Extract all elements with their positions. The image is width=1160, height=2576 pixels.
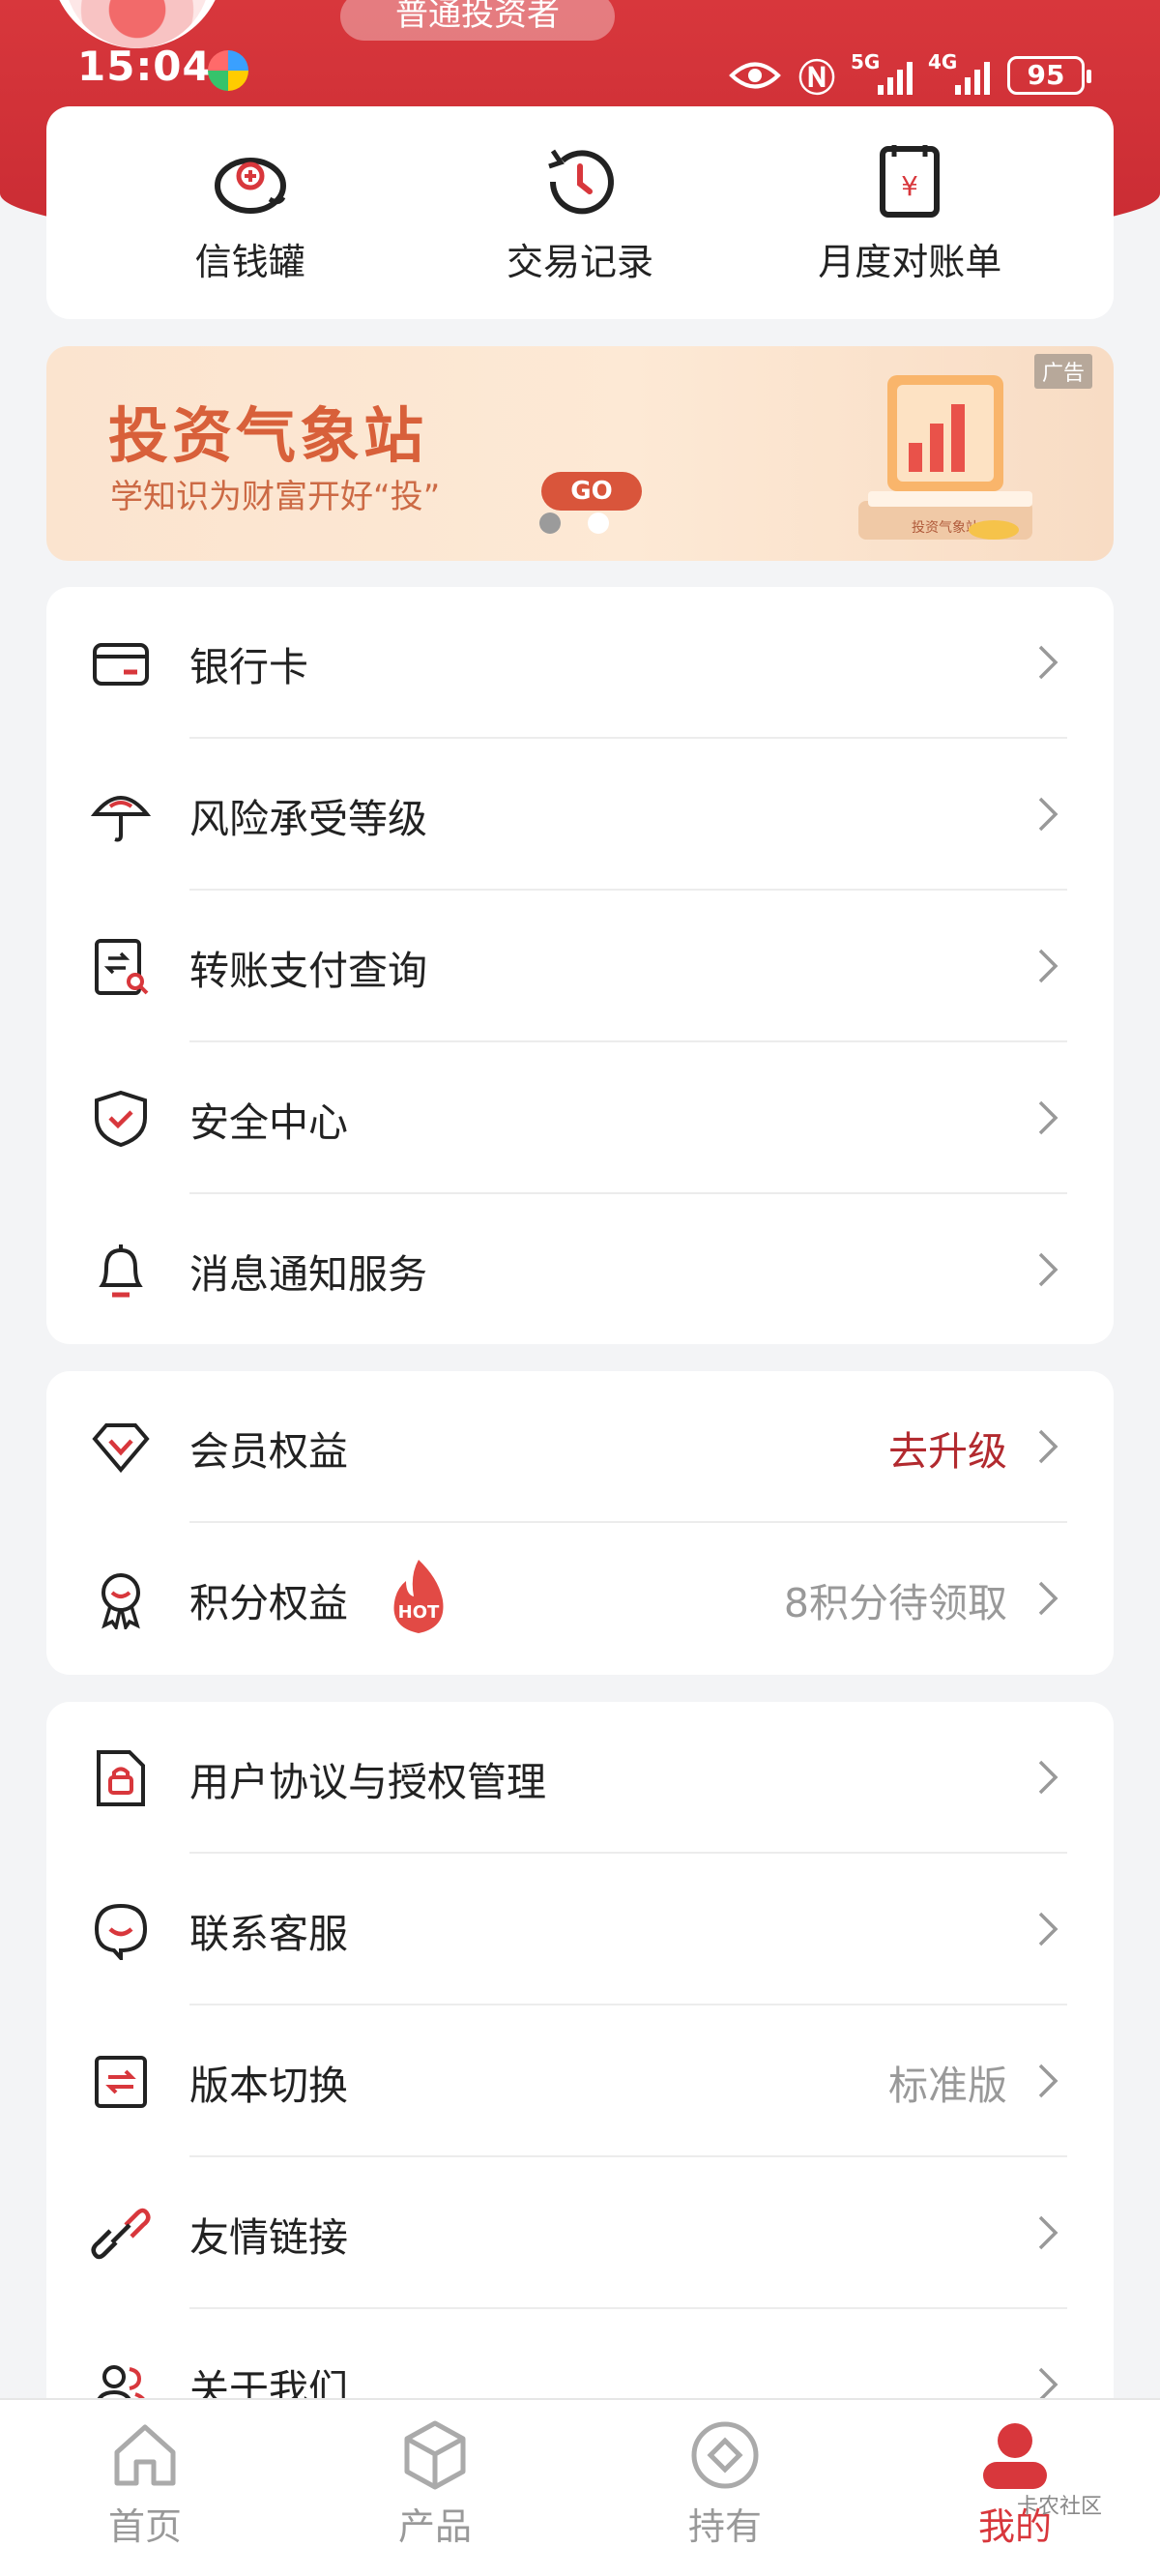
points-pending-value: 8积分待领取 [783,1579,1007,1626]
chevron-right-icon [1038,1100,1058,1135]
version-value: 标准版 [888,2062,1007,2109]
tab-products[interactable]: 产品 [290,2400,580,2576]
investor-level-badge[interactable]: 普通投资者 [340,0,615,41]
settings-menu-card: 用户协议与授权管理 联系客服 版本切换 标准版 友情链接 关于我们 [46,1702,1114,2437]
piggy-bank-icon [214,157,286,214]
battery-indicator: 95 [1007,55,1091,95]
medal-icon [102,1572,140,1629]
profile-icon [983,2423,1047,2489]
eye-icon [729,62,781,88]
nfc-icon: Ⓝ [798,57,835,100]
chevron-right-icon [1038,2215,1058,2250]
chevron-right-icon [1038,949,1058,983]
account-menu-card: 银行卡 风险承受等级 转账支付查询 安全中心 消息通知服务 [46,587,1114,1344]
chevron-right-icon [1038,1581,1058,1616]
chevron-right-icon [1038,1252,1058,1287]
svg-text:HOT: HOT [398,1602,440,1623]
menu-row-transfer-query[interactable]: 转账支付查询 [46,891,1114,1042]
banner-go-button[interactable]: GO [541,472,642,511]
banner-dot[interactable] [588,512,609,534]
tab-holdings[interactable]: 持有 [580,2400,870,2576]
banner-dot[interactable] [539,512,561,534]
umbrella-icon [91,795,151,841]
history-clock-icon [548,149,614,214]
watermark: 卡农社区 [1016,2495,1102,2519]
app-notification-icon [208,50,248,91]
shield-check-icon [95,1090,147,1147]
banner-pagination[interactable] [539,512,609,534]
customer-service-icon [94,1903,148,1960]
chevron-right-icon [1038,797,1058,832]
menu-row-friend-links[interactable]: 友情链接 [46,2157,1114,2309]
holding-icon [691,2421,759,2489]
menu-row-notifications[interactable]: 消息通知服务 [46,1194,1114,1346]
signal-4g-icon: 4G [928,50,990,95]
menu-row-user-agreement[interactable]: 用户协议与授权管理 [46,1702,1114,1854]
transfer-search-icon [95,938,149,995]
chevron-right-icon [1038,1912,1058,1947]
svg-text:投资气象站: 投资气象站 [912,520,979,536]
bell-icon [99,1244,143,1297]
bottom-tab-bar: 首页 产品 持有 我的 [0,2398,1160,2576]
statement-icon: ¥ [880,144,941,218]
menu-row-membership[interactable]: 会员权益 去升级 [46,1371,1114,1523]
quick-action-piggy-bank[interactable]: 信钱罐 [125,141,376,285]
menu-row-security-center[interactable]: 安全中心 [46,1042,1114,1194]
link-icon [91,2208,151,2259]
book-chart-illustration: 投资气象站 [858,375,1032,540]
banner-subtitle: 学知识为财富开好“投” [110,478,441,516]
quick-action-monthly-statement[interactable]: ¥ 月度对账单 [784,141,1035,285]
menu-row-points[interactable]: 积分权益 HOT 8积分待领取 [46,1523,1114,1675]
switch-icon [95,2055,147,2108]
tab-mine[interactable]: 我的 [870,2400,1160,2576]
status-bar: 15:04 Ⓝ 5G 4G 95 [0,39,1160,106]
svg-text:¥: ¥ [901,170,918,202]
tab-home[interactable]: 首页 [0,2400,290,2576]
menu-row-bank-card[interactable]: 银行卡 [46,587,1114,739]
diamond-icon [92,1422,150,1473]
cube-icon [404,2420,466,2490]
hot-badge-icon: HOT [393,1560,444,1633]
signal-5g-icon: 5G [851,50,913,95]
lock-document-icon [97,1749,145,1806]
bank-card-icon [93,642,149,686]
quick-action-transaction-history[interactable]: 交易记录 [454,141,706,285]
home-icon [114,2424,176,2486]
menu-row-customer-service[interactable]: 联系客服 [46,1854,1114,2005]
chevron-right-icon [1038,1429,1058,1464]
chevron-right-icon [1038,2064,1058,2098]
menu-row-risk-level[interactable]: 风险承受等级 [46,739,1114,891]
quick-actions-card: 信钱罐 交易记录 ¥ 月度对账单 [46,106,1114,319]
membership-upgrade-link[interactable]: 去升级 [888,1419,1007,1477]
chevron-right-icon [1038,645,1058,680]
chevron-right-icon [1038,1760,1058,1795]
benefits-menu-card: 会员权益 去升级 积分权益 HOT 8积分待领取 [46,1371,1114,1675]
menu-row-version-switch[interactable]: 版本切换 标准版 [46,2005,1114,2157]
banner-title: 投资气象站 [108,400,428,471]
promo-banner[interactable]: 投资气象站 学知识为财富开好“投” GO 广告 投资气象站 [46,346,1114,561]
status-time: 15:04 [77,43,212,90]
